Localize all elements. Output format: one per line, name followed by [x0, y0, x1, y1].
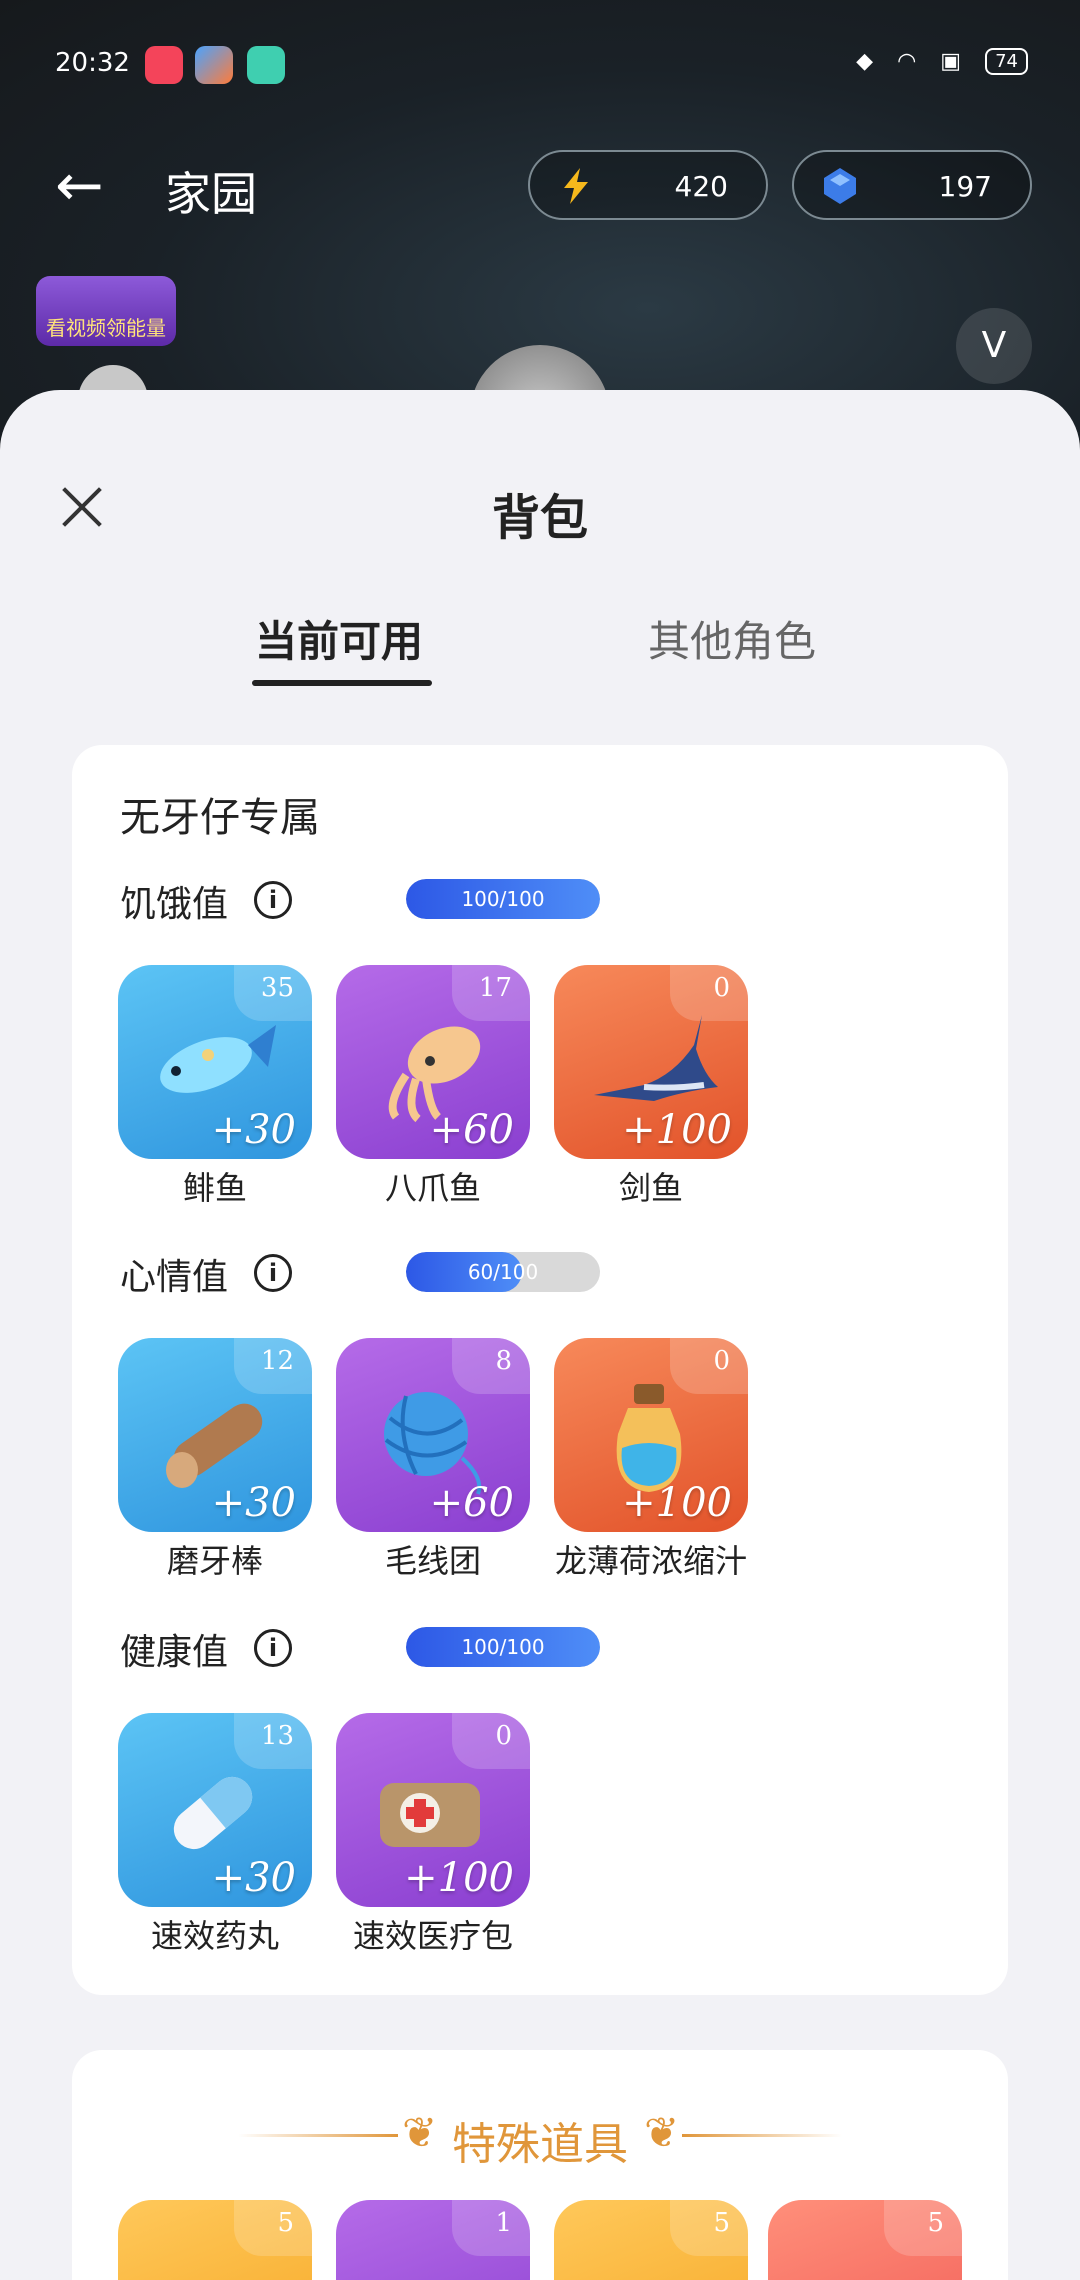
exclusive-items-card: 无牙仔专属 饥饿值 i 100/100 35 +30 鲱鱼 17 +60 八爪鱼… — [72, 745, 1008, 1995]
nav-bar: ← 家园 420 197 — [0, 140, 1080, 230]
item-tile: 1 — [336, 2200, 530, 2280]
item-tile: 5 — [554, 2200, 748, 2280]
item-tile: 0 +100 — [336, 1713, 530, 1907]
gem-pill[interactable]: 197 — [792, 150, 1032, 220]
stat-row-mood: 心情值 i 60/100 — [120, 1248, 960, 1298]
status-bar: 20:32 ◆ ◠ ▣ 74 — [0, 0, 1080, 130]
item-octopus[interactable]: 17 +60 八爪鱼 — [336, 965, 530, 1205]
item-name: 速效医疗包 — [352, 1917, 513, 1955]
item-count: 13 — [260, 1721, 294, 1751]
wifi-icon: ◠ — [897, 49, 917, 74]
item-tile: 13 +30 — [118, 1713, 312, 1907]
item-tile: 35 +30 — [118, 965, 312, 1159]
card-title: 无牙仔专属 — [120, 795, 320, 841]
tab-underline — [252, 680, 432, 686]
item-name: 剑鱼 — [618, 1169, 683, 1207]
item-bonus: +30 — [211, 1480, 296, 1526]
special-item[interactable]: 5 — [768, 2200, 962, 2280]
special-item[interactable]: 1 — [336, 2200, 530, 2280]
energy-pill[interactable]: 420 — [528, 150, 768, 220]
item-quick-medkit[interactable]: 0 +100 速效医疗包 — [336, 1713, 530, 1953]
item-chew-stick[interactable]: 12 +30 磨牙棒 — [118, 1338, 312, 1578]
item-name: 八爪鱼 — [384, 1169, 481, 1207]
item-bonus: +30 — [211, 1107, 296, 1153]
item-count: 8 — [495, 1346, 512, 1376]
item-name: 速效药丸 — [150, 1917, 279, 1955]
item-dragon-nip-extract[interactable]: 0 +100 龙薄荷浓缩汁 — [554, 1338, 748, 1578]
info-icon[interactable]: i — [254, 1254, 292, 1292]
sheet-title: 背包 — [491, 490, 588, 546]
item-tile: 12 +30 — [118, 1338, 312, 1532]
special-items-card: ❦ 特殊道具 ❦ 5 1 5 5 — [72, 2050, 1008, 2280]
stat-label: 心情值 — [120, 1257, 229, 1298]
progress-text: 100/100 — [461, 1635, 545, 1659]
stat-label: 健康值 — [120, 1632, 229, 1673]
progress-bar: 100/100 — [406, 1627, 600, 1667]
item-tile: 0 +100 — [554, 965, 748, 1159]
item-count: 0 — [713, 973, 730, 1003]
laurel-right-icon: ❦ — [644, 2108, 680, 2157]
item-bonus: +100 — [622, 1107, 732, 1153]
watch-video-badge[interactable]: 看视频领能量 — [36, 276, 176, 346]
item-bonus: +60 — [429, 1480, 514, 1526]
progress-bar: 60/100 — [406, 1252, 600, 1292]
item-tile: 8 +60 — [336, 1338, 530, 1532]
divider — [682, 2134, 842, 2137]
special-item[interactable]: 5 — [554, 2200, 748, 2280]
stat-label: 饥饿值 — [120, 884, 229, 925]
launcher-app-icon — [195, 46, 233, 84]
item-count: 35 — [260, 973, 294, 1003]
item-name: 龙薄荷浓缩汁 — [554, 1542, 747, 1580]
item-count: 17 — [478, 973, 512, 1003]
screen-record-icon: ▣ — [940, 49, 962, 74]
progress-text: 100/100 — [461, 887, 545, 911]
item-count: 5 — [927, 2208, 944, 2238]
item-tile: 5 — [768, 2200, 962, 2280]
item-name: 磨牙棒 — [166, 1542, 263, 1580]
energy-value: 420 — [674, 170, 728, 203]
item-bonus: +30 — [211, 1855, 296, 1901]
item-count: 5 — [713, 2208, 730, 2238]
back-arrow-icon[interactable]: ← — [55, 156, 104, 214]
info-icon[interactable]: i — [254, 881, 292, 919]
item-swordfish[interactable]: 0 +100 剑鱼 — [554, 965, 748, 1205]
page-title: 家园 — [165, 167, 257, 221]
status-icons: ◆ ◠ ▣ 74 — [856, 48, 1028, 75]
item-count: 12 — [260, 1346, 294, 1376]
backpack-sheet: 背包 当前可用 其他角色 无牙仔专属 饥饿值 i 100/100 35 +30 … — [0, 390, 1080, 2280]
special-items-title: 特殊道具 — [452, 2119, 628, 2170]
item-bonus: +100 — [404, 1855, 514, 1901]
item-bonus: +60 — [429, 1107, 514, 1153]
status-time: 20:32 — [55, 48, 130, 78]
vip-crown-icon[interactable]: V — [956, 308, 1032, 384]
gem-icon — [824, 168, 856, 204]
battery-indicator: 74 — [985, 48, 1028, 75]
tab-current-available[interactable]: 当前可用 — [255, 608, 423, 669]
item-yarn-ball[interactable]: 8 +60 毛线团 — [336, 1338, 530, 1578]
item-count: 0 — [495, 1721, 512, 1751]
item-bonus: +100 — [622, 1480, 732, 1526]
tab-other-characters[interactable]: 其他角色 — [648, 608, 816, 669]
item-quick-pill[interactable]: 13 +30 速效药丸 — [118, 1713, 312, 1953]
item-tile: 17 +60 — [336, 965, 530, 1159]
item-name: 毛线团 — [384, 1542, 481, 1580]
progress-text: 60/100 — [467, 1260, 539, 1284]
item-count: 0 — [713, 1346, 730, 1376]
camera-app-icon — [247, 46, 285, 84]
item-tile: 0 +100 — [554, 1338, 748, 1532]
info-icon[interactable]: i — [254, 1629, 292, 1667]
item-name: 鲱鱼 — [182, 1169, 247, 1207]
special-item[interactable]: 5 — [118, 2200, 312, 2280]
item-count: 1 — [495, 2208, 512, 2238]
item-count: 5 — [277, 2208, 294, 2238]
item-tile: 5 — [118, 2200, 312, 2280]
stat-row-health: 健康值 i 100/100 — [120, 1623, 960, 1673]
music-app-icon — [145, 46, 183, 84]
data-saver-icon: ◆ — [856, 49, 874, 74]
gem-value: 197 — [938, 170, 992, 203]
lightning-icon — [564, 168, 588, 204]
progress-bar: 100/100 — [406, 879, 600, 919]
item-herring[interactable]: 35 +30 鲱鱼 — [118, 965, 312, 1205]
stat-row-hunger: 饥饿值 i 100/100 — [120, 875, 960, 925]
